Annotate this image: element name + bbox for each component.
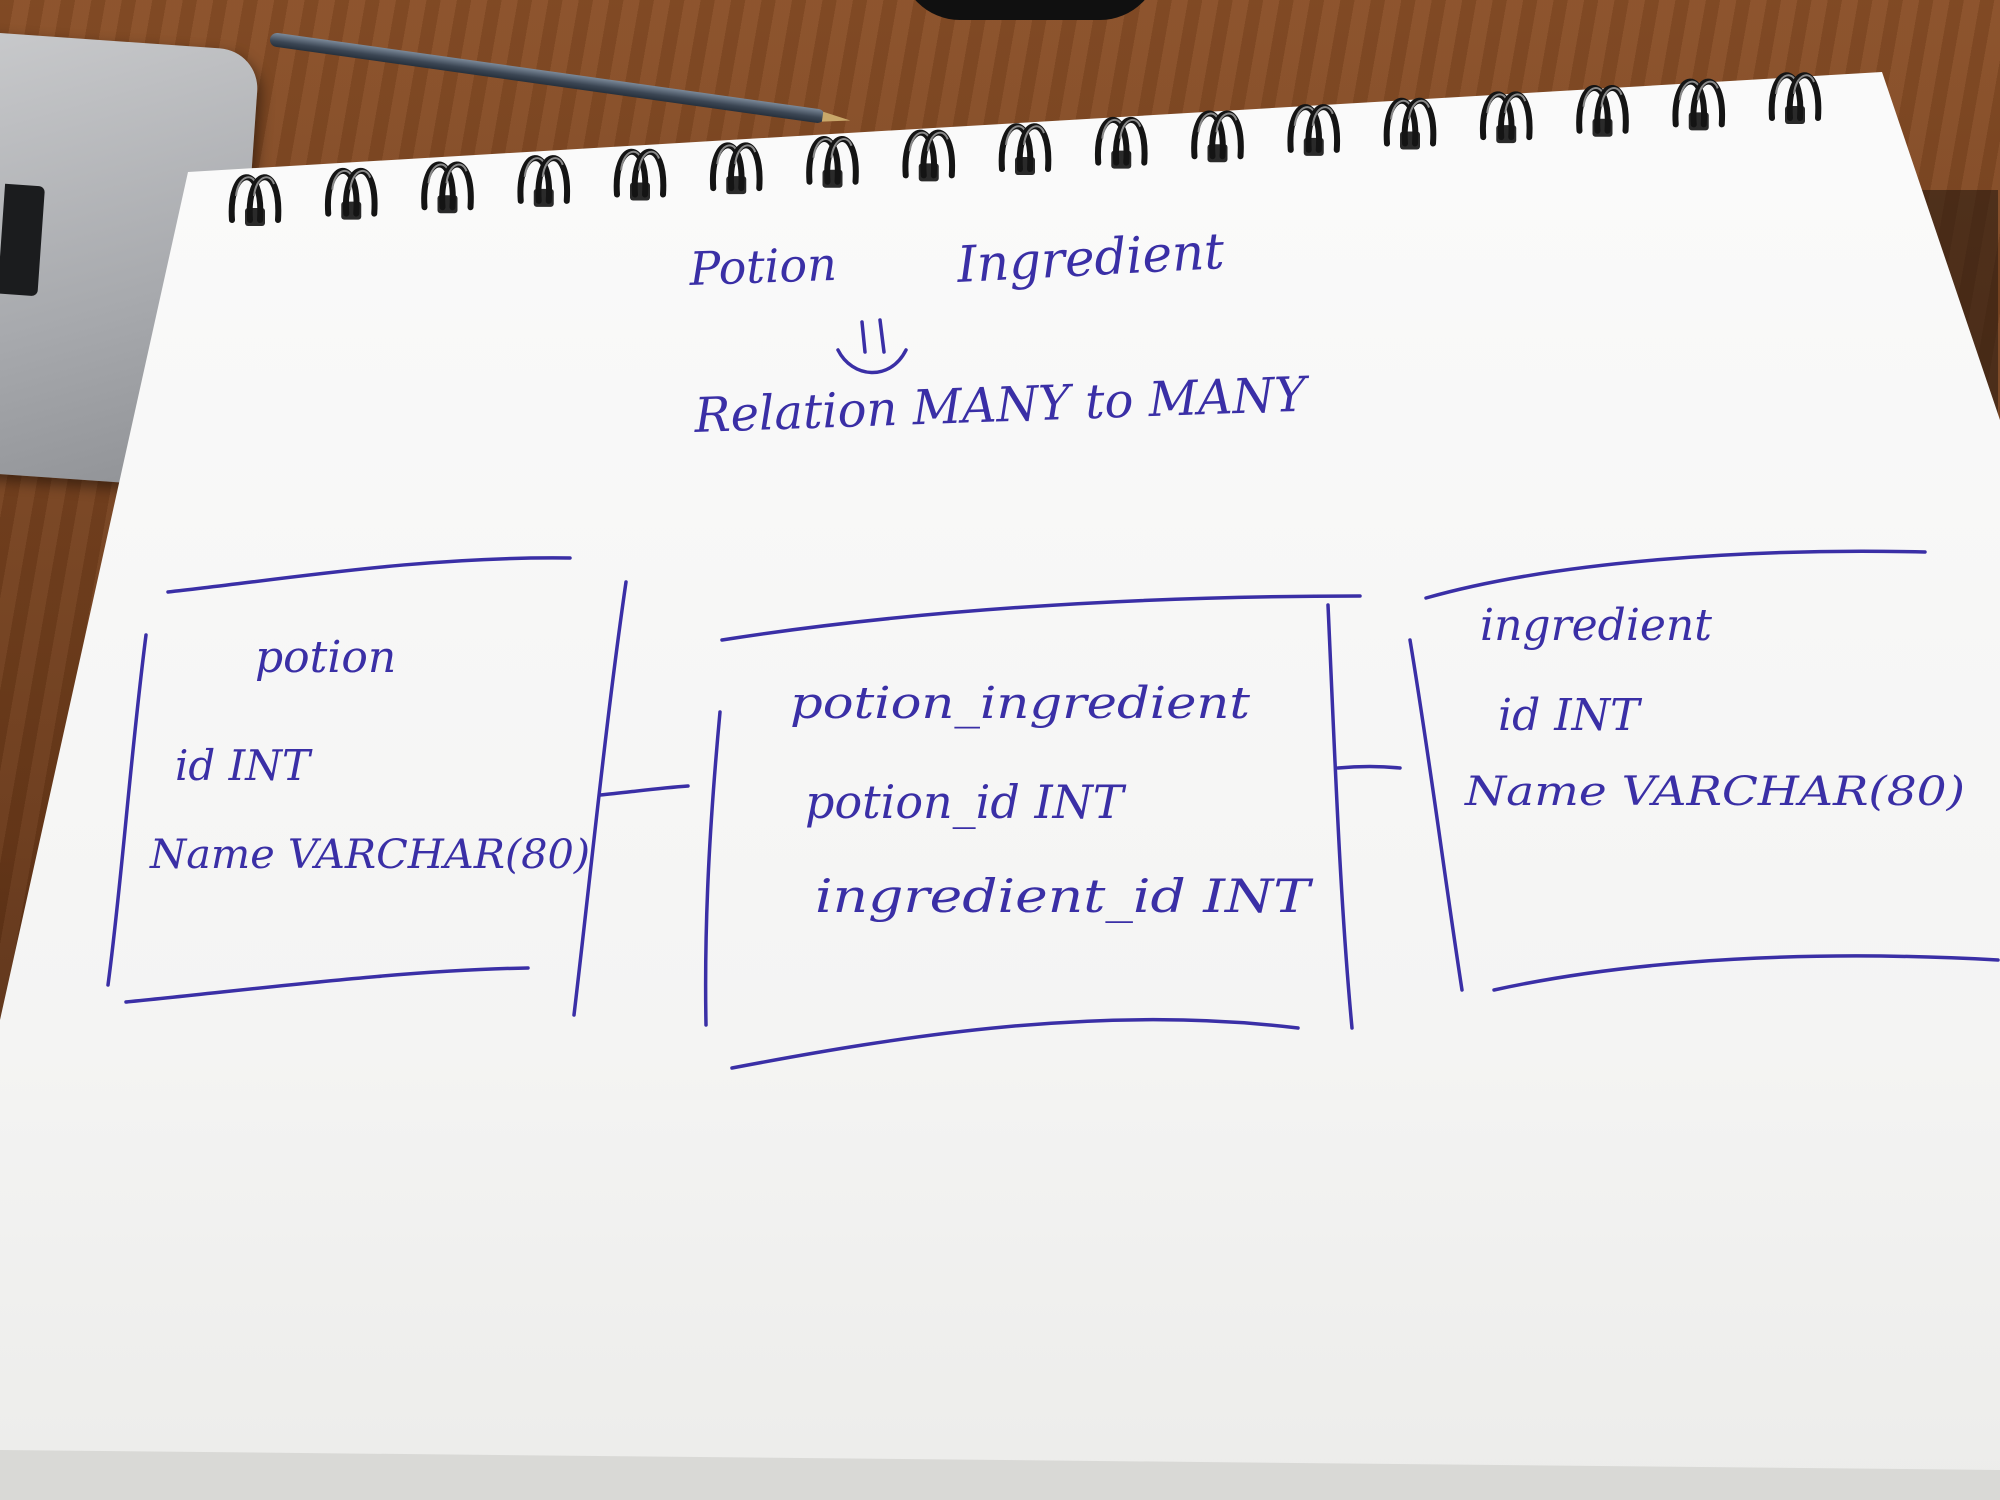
table-potion-field-id: id INT — [175, 741, 313, 790]
implies-arrow-icon — [836, 318, 908, 375]
table-ingredient: ingredient id INT Name VARCHAR(80) — [1408, 549, 2000, 992]
entity-a-label: Potion — [687, 237, 837, 296]
table-potion-name: potion — [255, 632, 396, 683]
table-potion-field-name: Name VARCHAR(80) — [149, 832, 590, 878]
table-potion-ingredient-field-ingredient-id: ingredient_id INT — [815, 869, 1314, 923]
table-potion-ingredient: potion_ingredient potion_id INT ingredie… — [703, 594, 1362, 1070]
table-ingredient-name: ingredient — [1480, 600, 1712, 651]
table-potion-ingredient-field-potion-id: potion_id INT — [805, 775, 1127, 829]
connector-ingredient-link — [1336, 764, 1402, 770]
er-diagram: Potion Ingredient Relation MANY to MANY … — [106, 222, 2000, 1070]
table-potion: potion id INT Name VARCHAR(80) — [106, 556, 628, 1017]
connector-potion-link — [598, 784, 690, 797]
entity-b-label: Ingredient — [955, 222, 1227, 294]
relation-label: Relation MANY to MANY — [692, 367, 1311, 445]
table-potion-ingredient-name: potion_ingredient — [790, 678, 1250, 729]
table-ingredient-field-name: Name VARCHAR(80) — [1464, 769, 1965, 815]
table-ingredient-field-id: id INT — [1498, 690, 1643, 741]
